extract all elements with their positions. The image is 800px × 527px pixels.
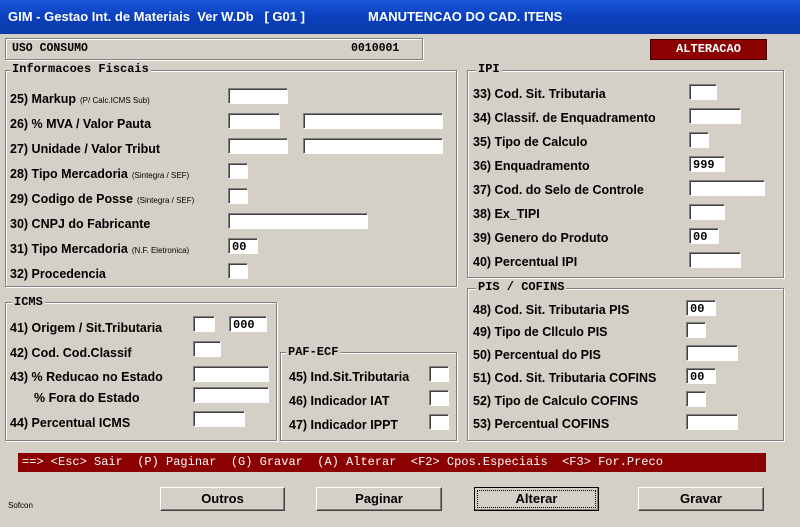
ippt-input[interactable] [429, 414, 449, 430]
mva-label: 26) % MVA / Valor Pauta [10, 117, 152, 131]
cod-classif-input[interactable] [193, 341, 221, 357]
valor-pauta-input[interactable] [303, 113, 443, 129]
percentual-ipi-label: 40) Percentual IPI [473, 255, 578, 269]
tipo-calculo-label: 35) Tipo de Calculo [473, 135, 588, 149]
selo-controle-label: 37) Cod. do Selo de Controle [473, 183, 644, 197]
origem-input[interactable] [193, 316, 215, 332]
valor-tribut-input[interactable] [303, 138, 443, 154]
tipo-calculo-pis-label: 49) Tipo de Cllculo PIS [473, 325, 608, 339]
title-bar: GIM - Gestao Int. de Materiais Ver W.Db … [0, 0, 800, 34]
classif-enquad-input[interactable] [689, 108, 741, 124]
shortcut-status-bar: ==> <Esc> Sair (P) Paginar (G) Gravar (A… [18, 453, 766, 472]
percentual-ipi-input[interactable] [689, 252, 741, 268]
tipo-mercadoria-nfe-label: 31) Tipo Mercadoria (N.F. Eletronica) [10, 242, 190, 256]
cofins-sit-trib-input[interactable]: 00 [686, 368, 716, 384]
ippt-label: 47) Indicador IPPT [289, 418, 399, 432]
ind-sit-input[interactable] [429, 366, 449, 382]
app-title: GIM - Gestao Int. de Materiais Ver W.Db … [8, 9, 305, 24]
tipo-calculo-input[interactable] [689, 132, 709, 148]
cnpj-input[interactable] [228, 213, 368, 229]
classif-enquad-label: 34) Classif. de Enquadramento [473, 111, 656, 125]
tipo-mercadoria-input[interactable] [228, 163, 248, 179]
alterar-button[interactable]: Alterar [474, 487, 599, 511]
tipo-calculo-cofins-label: 52) Tipo de Calculo COFINS [473, 394, 639, 408]
product-header: USO CONSUMO 0010001 [5, 38, 423, 60]
fora-estado-label: % Fora do Estado [34, 391, 140, 405]
ipi-group [467, 70, 784, 278]
mode-badge: ALTERACAO [650, 39, 767, 60]
percentual-icms-input[interactable] [193, 411, 245, 427]
ipi-group-title: IPI [476, 62, 502, 76]
codigo-posse-label: 29) Codigo de Posse (Sintegra / SEF) [10, 192, 195, 206]
origem-label: 41) Origem / Sit.Tributaria [10, 321, 163, 335]
paginar-button[interactable]: Paginar [316, 487, 442, 511]
iat-input[interactable] [429, 390, 449, 406]
percentual-pis-label: 50) Percentual do PIS [473, 348, 601, 362]
pis-cofins-group-title: PIS / COFINS [476, 280, 567, 294]
gravar-button[interactable]: Gravar [638, 487, 764, 511]
ipi-sit-trib-input[interactable] [689, 84, 717, 100]
percentual-cofins-input[interactable] [686, 414, 738, 430]
cofins-sit-trib-label: 51) Cod. Sit. Tributaria COFINS [473, 371, 657, 385]
reducao-estado-label: 43) % Reducao no Estado [10, 370, 163, 384]
codigo-posse-input[interactable] [228, 188, 248, 204]
markup-label: 25) Markup (P/ Calc.ICMS Sub) [10, 92, 150, 106]
fiscal-group-title: Informacoes Fiscais [10, 62, 151, 76]
unidade-label: 27) Unidade / Valor Tribut [10, 142, 161, 156]
ex-tipi-input[interactable] [689, 204, 725, 220]
screen-title: MANUTENCAO DO CAD. ITENS [368, 9, 563, 24]
tipo-calculo-pis-input[interactable] [686, 322, 706, 338]
icms-group-title: ICMS [12, 295, 45, 309]
procedencia-label: 32) Procedencia [10, 267, 106, 281]
tipo-mercadoria-nfe-input[interactable]: 00 [228, 238, 258, 254]
markup-input[interactable] [228, 88, 288, 104]
selo-controle-input[interactable] [689, 180, 765, 196]
product-code: 0010001 [351, 42, 400, 55]
pis-sit-trib-label: 48) Cod. Sit. Tributaria PIS [473, 303, 630, 317]
cnpj-label: 30) CNPJ do Fabricante [10, 217, 151, 231]
reducao-estado-input[interactable] [193, 366, 269, 382]
unidade-input[interactable] [228, 138, 288, 154]
fora-estado-input[interactable] [193, 387, 269, 403]
percentual-pis-input[interactable] [686, 345, 738, 361]
outros-button[interactable]: Outros [160, 487, 285, 511]
pis-sit-trib-input[interactable]: 00 [686, 300, 716, 316]
ind-sit-label: 45) Ind.Sit.Tributaria [289, 370, 410, 384]
enquadramento-label: 36) Enquadramento [473, 159, 590, 173]
genero-produto-input[interactable]: 00 [689, 228, 719, 244]
iat-label: 46) Indicador IAT [289, 394, 390, 408]
cod-classif-label: 42) Cod. Cod.Classif [10, 346, 132, 360]
uso-label: USO CONSUMO [12, 42, 88, 55]
percentual-cofins-label: 53) Percentual COFINS [473, 417, 610, 431]
ipi-sit-trib-label: 33) Cod. Sit. Tributaria [473, 87, 606, 101]
vendor-label: Sofcon [8, 501, 33, 510]
percentual-icms-label: 44) Percentual ICMS [10, 416, 131, 430]
genero-produto-label: 39) Genero do Produto [473, 231, 609, 245]
ex-tipi-label: 38) Ex_TIPI [473, 207, 540, 221]
mva-input[interactable] [228, 113, 280, 129]
procedencia-input[interactable] [228, 263, 248, 279]
enquadramento-input[interactable]: 999 [689, 156, 725, 172]
tipo-calculo-cofins-input[interactable] [686, 391, 706, 407]
paf-group-title: PAF-ECF [286, 345, 341, 359]
tipo-mercadoria-label: 28) Tipo Mercadoria (Sintegra / SEF) [10, 167, 190, 181]
sit-tributaria-input[interactable]: 000 [229, 316, 267, 332]
